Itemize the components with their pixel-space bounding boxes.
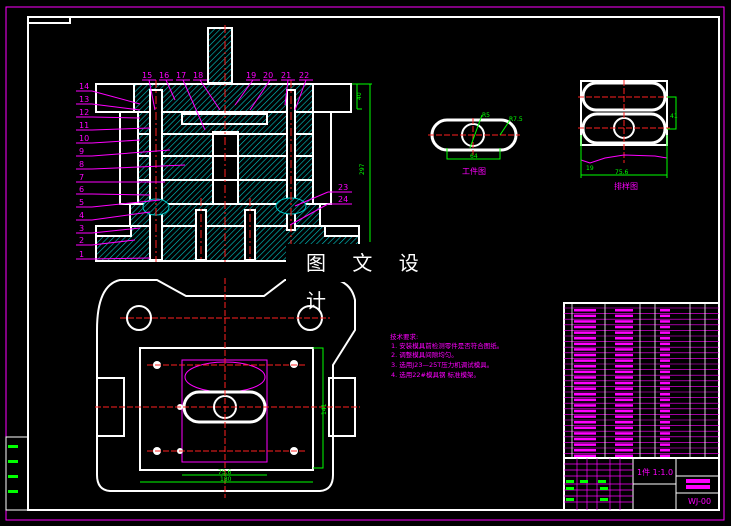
section-view: 297 40 [95, 25, 372, 262]
part-label: 2 [79, 236, 84, 245]
svg-text:40: 40 [356, 92, 363, 100]
strip-layout-view-title: 排样图 [614, 181, 638, 191]
part-label: 10 [79, 134, 89, 143]
part-label: 4 [79, 211, 84, 220]
revision-table [5, 436, 29, 511]
svg-text:141: 141 [321, 403, 328, 415]
watermark: 图 文 设 计 [286, 244, 446, 313]
title-block: 1件 1:1.0 WJ-00 [563, 457, 720, 511]
part-label: 7 [79, 173, 84, 182]
part-label: 5 [79, 198, 84, 207]
part-label: 8 [79, 160, 84, 169]
svg-text:技术要求:: 技术要求: [390, 332, 418, 341]
quantity-scale: 1件 1:1.0 [637, 467, 673, 477]
part-label: 20 [263, 71, 273, 80]
part-label: 15 [142, 71, 152, 80]
svg-text:75.6: 75.6 [218, 469, 232, 476]
svg-text:41: 41 [670, 113, 678, 120]
part-label: 14 [79, 82, 89, 91]
svg-text:2. 调整模具间隙均匀。: 2. 调整模具间隙均匀。 [391, 350, 458, 359]
part-label: 18 [193, 71, 203, 80]
part-label: 12 [79, 108, 89, 117]
part-label: 3 [79, 224, 84, 233]
part-label: 19 [246, 71, 256, 80]
parts-list [563, 302, 720, 459]
svg-text:R5: R5 [482, 112, 490, 119]
svg-text:19: 19 [586, 165, 594, 172]
part-label: 1 [79, 250, 84, 259]
workpiece-view-title: 工件图 [462, 166, 486, 176]
part-label: 24 [338, 195, 348, 204]
svg-text:64: 64 [470, 153, 478, 160]
part-label: 21 [281, 71, 291, 80]
strip-layout-view: 19 75.6 41 排样图 [578, 80, 678, 191]
svg-text:4. 选用22#模具钢 标准模架。: 4. 选用22#模具钢 标准模架。 [391, 370, 480, 379]
part-label: 17 [176, 71, 186, 80]
drawing-number: WJ-00 [688, 497, 711, 506]
part-label: 11 [79, 121, 89, 130]
workpiece-view: R5 R7.5 64 工件图 [428, 112, 523, 176]
svg-text:R7.5: R7.5 [509, 116, 523, 123]
svg-text:75.6: 75.6 [615, 169, 629, 176]
part-label: 16 [159, 71, 169, 80]
part-label: 13 [79, 95, 89, 104]
part-label: 23 [338, 183, 348, 192]
svg-text:1. 安装模具前检测零件是否符合图纸。: 1. 安装模具前检测零件是否符合图纸。 [391, 341, 503, 350]
svg-text:3. 选用J23—25T压力机调试模具。: 3. 选用J23—25T压力机调试模具。 [391, 360, 493, 369]
part-label: 6 [79, 185, 84, 194]
part-label: 22 [299, 71, 309, 80]
dim-height: 297 [359, 163, 366, 175]
technical-requirements: 技术要求: 1. 安装模具前检测零件是否符合图纸。 2. 调整模具间隙均匀。 3… [390, 332, 503, 379]
cad-drawing: 297 40 1 2 3 4 5 6 7 8 9 10 11 12 13 14 15 16 17 18 19 20 21… [0, 0, 731, 526]
svg-text:180: 180 [220, 476, 232, 483]
part-label: 9 [79, 147, 84, 156]
